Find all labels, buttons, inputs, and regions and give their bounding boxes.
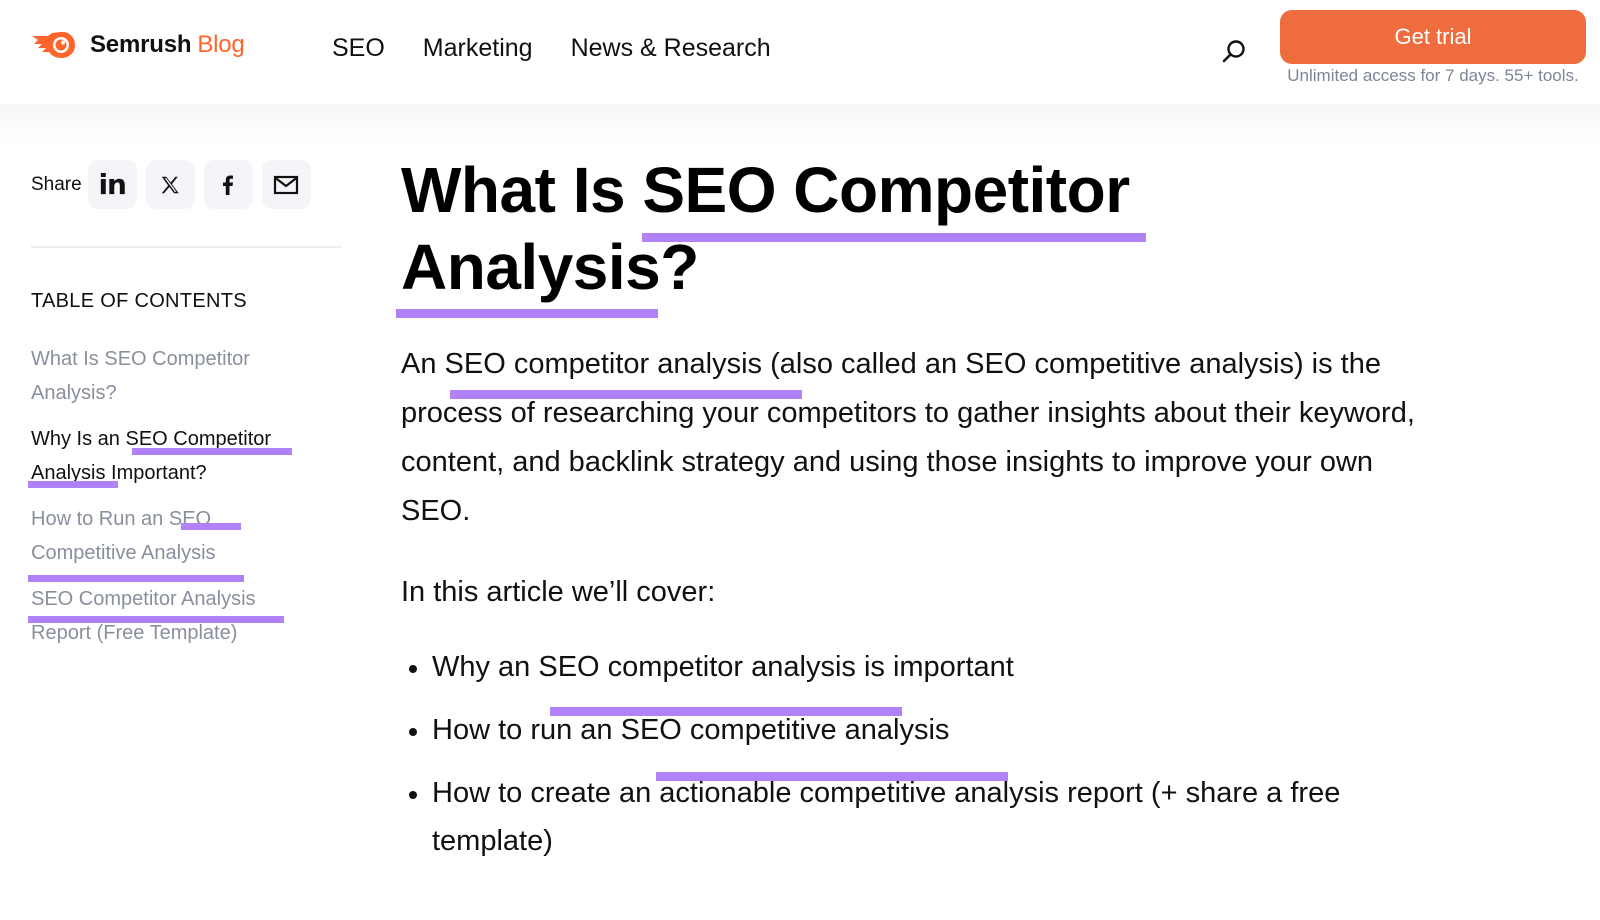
share-linkedin-button[interactable]: in [87, 160, 137, 209]
table-of-contents: What Is SEO Competitor Analysis? Why Is … [31, 342, 341, 662]
list-item: Why an SEO competitor analysis is import… [401, 643, 1401, 691]
brand-name: Semrush Blog [90, 31, 245, 59]
linkedin-icon: in [98, 168, 127, 201]
semrush-blog-logo[interactable]: Semrush Blog [30, 30, 245, 60]
toc-item-text: Why Is an [31, 428, 126, 450]
brand-suffix: Blog [197, 31, 245, 58]
intro-paragraph: An SEO competitor analysis (also called … [401, 340, 1421, 536]
list-item-text: is important [855, 651, 1014, 683]
list-item-highlight: SEO competitor analysis [538, 651, 856, 683]
main-nav: SEO Marketing News & Research [332, 34, 771, 63]
nav-item-news-research[interactable]: News & Research [571, 34, 771, 63]
sidebar-divider [31, 246, 341, 248]
intro-text: An [401, 348, 445, 380]
nav-item-seo[interactable]: SEO [332, 34, 385, 63]
title-highlight-underline [396, 309, 658, 318]
article-title: What Is SEO Competitor Analysis? [401, 152, 1201, 306]
title-highlight-underline [642, 233, 1146, 242]
toc-item-text: Report (Free Template) [31, 622, 238, 644]
top-navigation-bar: Semrush Blog SEO Marketing News & Researc… [0, 0, 1600, 104]
share-email-button[interactable] [261, 160, 311, 209]
brand-text: Semrush [90, 31, 192, 58]
bullet-highlight-underline [550, 707, 902, 716]
intro-highlight-underline [450, 390, 802, 399]
get-trial-button[interactable]: Get trial [1280, 10, 1586, 64]
highlight-underline [181, 523, 241, 530]
toc-item-text: Important? [105, 462, 207, 484]
search-icon[interactable] [1220, 38, 1248, 66]
share-label: Share [31, 173, 82, 195]
share-facebook-button[interactable] [203, 160, 253, 209]
toc-item-what-is[interactable]: What Is SEO Competitor Analysis? [31, 342, 291, 410]
article-header: What Is SEO Competitor Analysis? [401, 152, 1421, 306]
nav-item-marketing[interactable]: Marketing [423, 34, 533, 63]
share-x-button[interactable] [145, 160, 195, 209]
highlight-underline [28, 575, 244, 582]
bullet-highlight-underline [656, 772, 1008, 781]
toc-item-how-to-run[interactable]: How to Run an SEO Competitive Analysis [31, 502, 281, 570]
facebook-icon [223, 175, 234, 195]
coverage-intro: In this article we’ll cover: [401, 576, 716, 608]
highlight-underline [28, 481, 118, 488]
toc-item-highlight: SEO Competitor Analysis [31, 588, 256, 610]
list-item-text: How to create an actionable competitive … [432, 777, 1341, 857]
list-item-text: How to run an [432, 714, 621, 746]
email-icon [274, 175, 299, 194]
list-item-text: Why an [432, 651, 539, 683]
toc-item-why-important[interactable]: Why Is an SEO Competitor Analysis Import… [31, 422, 311, 490]
coverage-list: Why an SEO competitor analysis is import… [401, 643, 1401, 880]
title-text: What Is [401, 154, 643, 226]
highlight-underline [28, 616, 284, 623]
list-item-highlight: SEO competitive analysis [620, 714, 950, 746]
share-bar: Share in [31, 160, 320, 209]
highlight-underline [132, 448, 292, 455]
toc-item-text: How to Run an [31, 508, 169, 530]
trial-subtext: Unlimited access for 7 days. 55+ tools. [1287, 66, 1579, 85]
list-item: How to create an actionable competitive … [401, 769, 1381, 865]
x-icon [161, 176, 179, 193]
toc-title: TABLE OF CONTENTS [31, 290, 247, 312]
semrush-logo-icon [32, 31, 75, 58]
intro-highlight: SEO competitor analysis [444, 348, 763, 380]
